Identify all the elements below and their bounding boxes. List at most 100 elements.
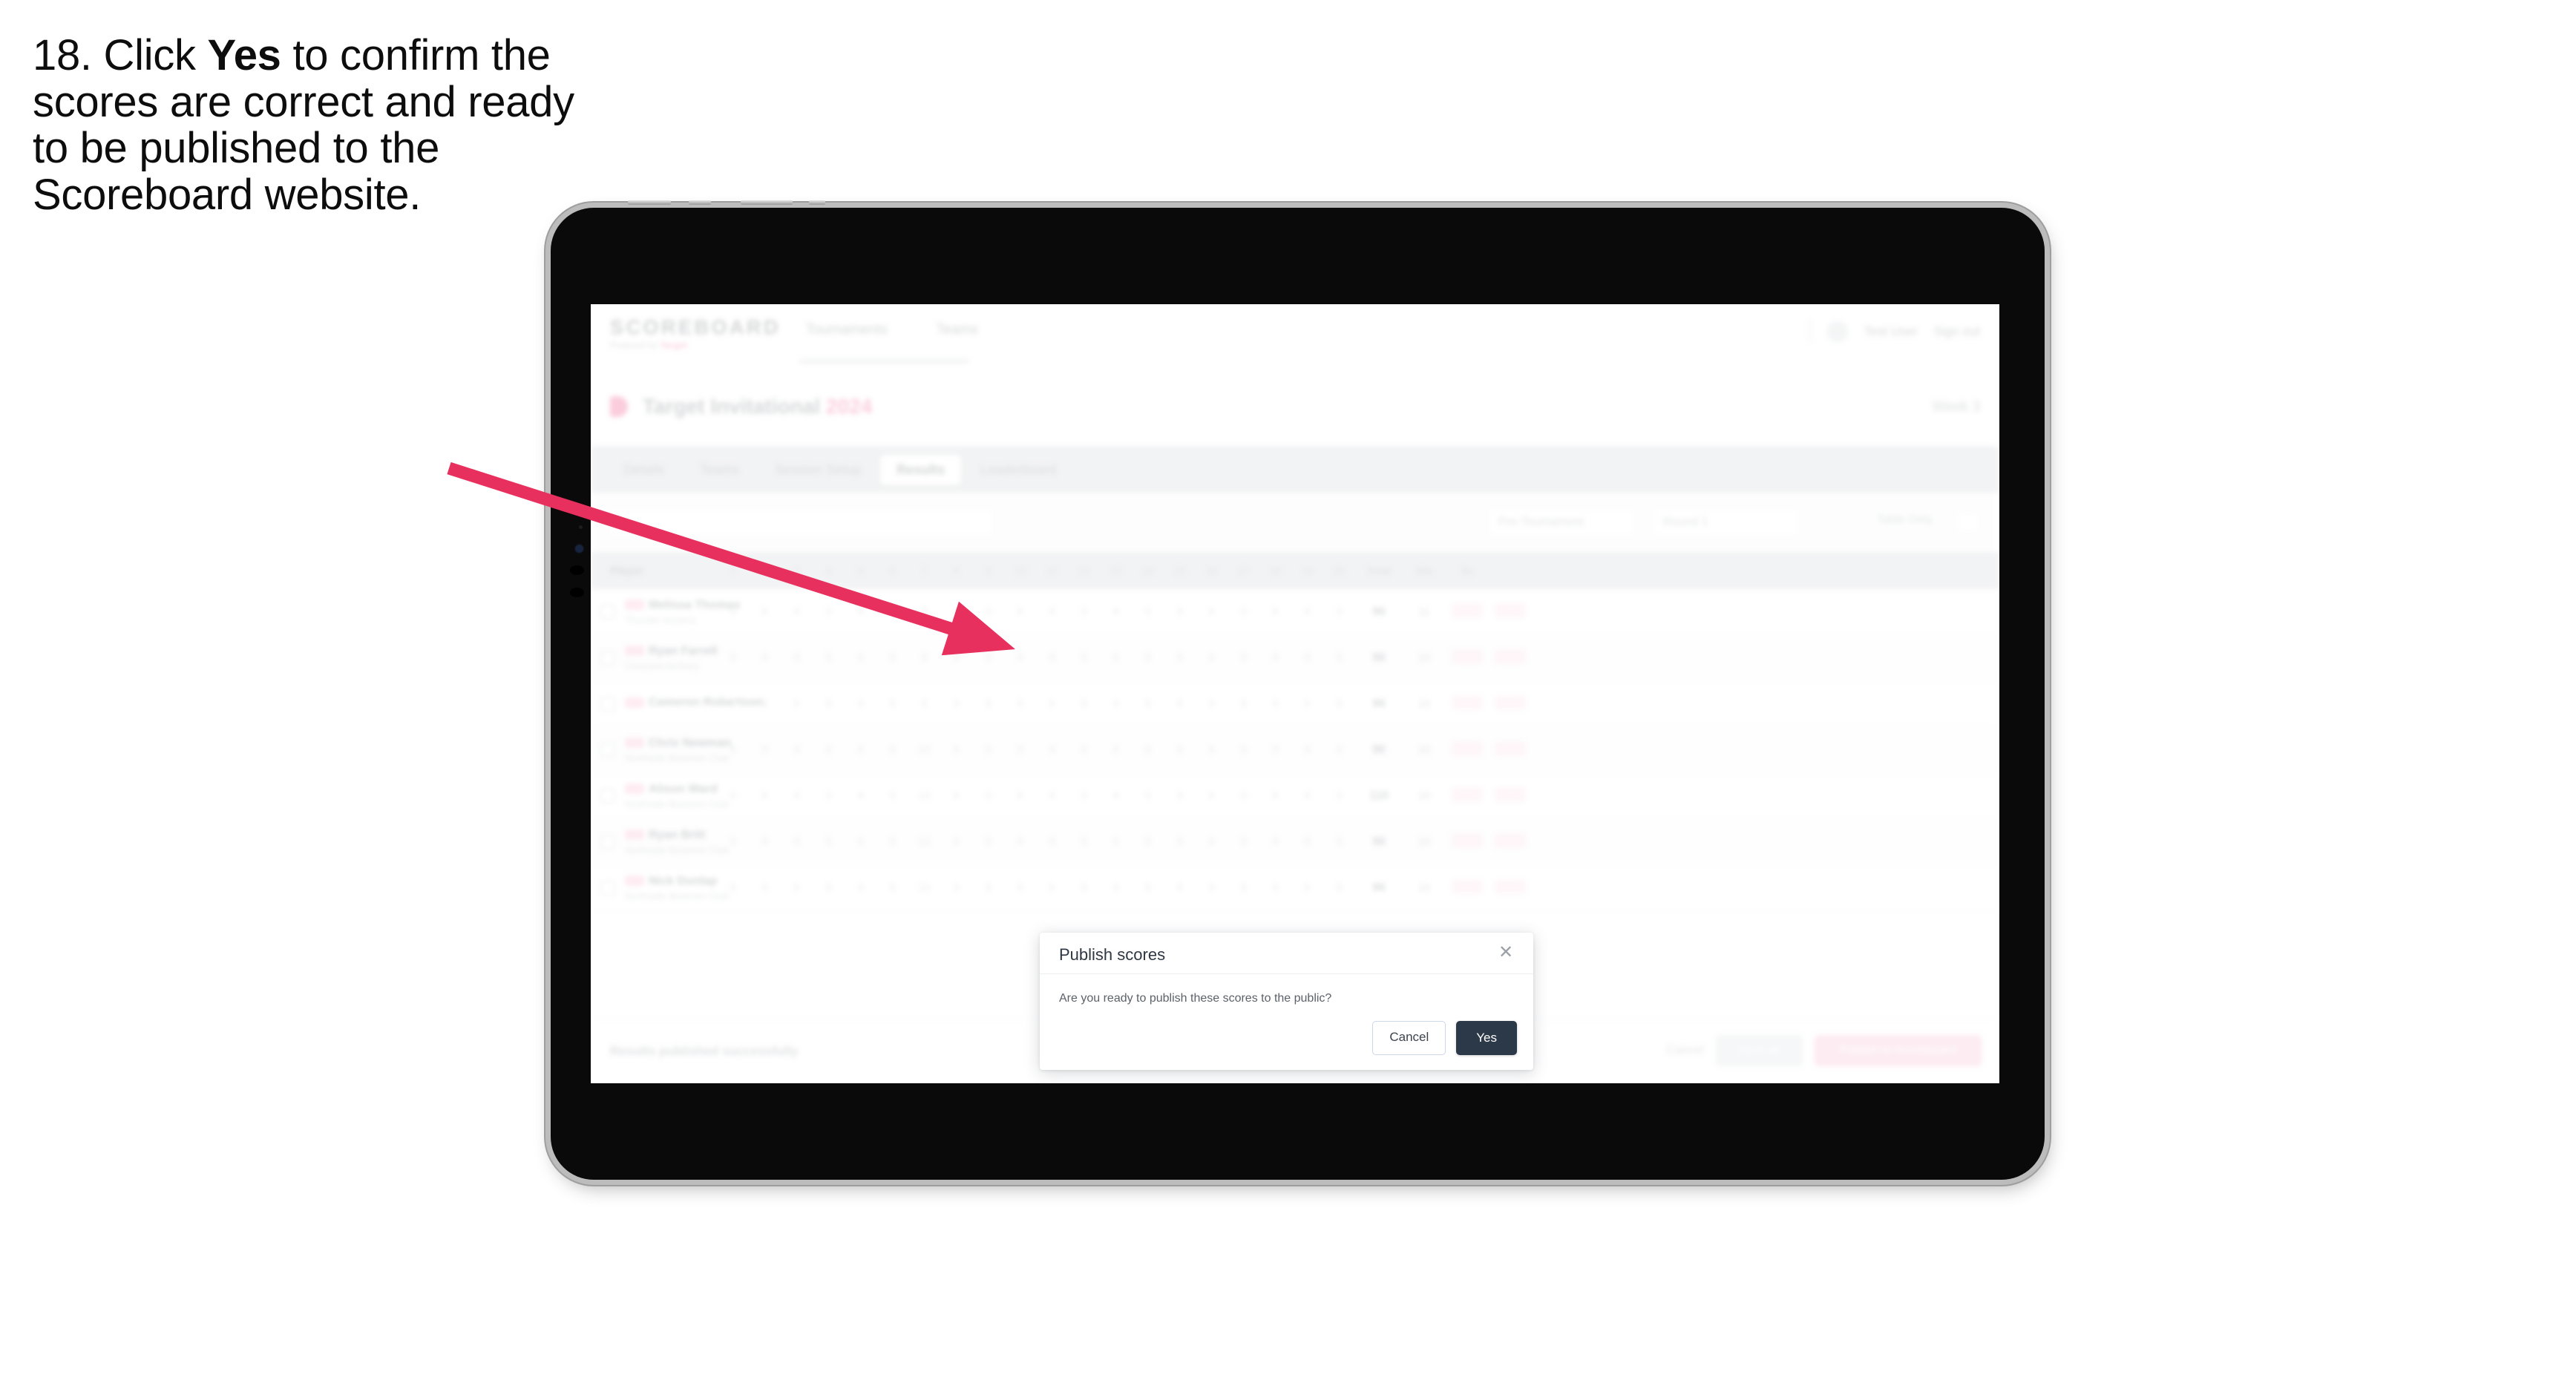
- row-end-score[interactable]: 9: [749, 835, 781, 848]
- row-end-score[interactable]: 9: [749, 789, 781, 802]
- row-end-score[interactable]: 9: [1164, 881, 1196, 894]
- row-end-score[interactable]: 9: [1068, 697, 1100, 710]
- row-end-score[interactable]: 9: [972, 789, 1004, 802]
- row-end-score[interactable]: 9: [813, 605, 845, 618]
- row-end-score[interactable]: 9: [717, 743, 749, 756]
- row-end-score[interactable]: 9: [1323, 789, 1355, 802]
- row-end-score[interactable]: 9: [1291, 605, 1323, 618]
- row-checkbox[interactable]: [591, 788, 625, 804]
- row-end-score[interactable]: 9: [1323, 697, 1355, 710]
- row-end-score[interactable]: 9: [1036, 881, 1068, 894]
- row-end-score[interactable]: 9: [1068, 651, 1100, 664]
- row-end-score[interactable]: 9: [1036, 697, 1068, 710]
- table-row[interactable]: Ryan Britt Northside Bowmen Club 9 9 9 9 9 9 10 9…: [591, 819, 1999, 865]
- row-end-score[interactable]: 9: [1196, 743, 1228, 756]
- row-end-score[interactable]: 9: [1100, 697, 1132, 710]
- tab-teams[interactable]: Teams: [684, 455, 756, 485]
- row-end-score[interactable]: 9: [749, 651, 781, 664]
- row-end-score[interactable]: 8: [908, 697, 940, 710]
- close-icon[interactable]: ✕: [1495, 942, 1517, 964]
- tab-leaderboard[interactable]: Leaderboard: [964, 455, 1072, 485]
- row-end-score[interactable]: 9: [781, 881, 813, 894]
- row-end-score[interactable]: 9: [845, 651, 876, 664]
- row-end-score[interactable]: 9: [940, 651, 972, 664]
- row-end-score[interactable]: 9: [1291, 835, 1323, 848]
- row-end-score[interactable]: 9: [1132, 881, 1164, 894]
- row-end-score[interactable]: 9: [940, 697, 972, 710]
- row-end-score[interactable]: 9: [876, 743, 908, 756]
- row-end-score[interactable]: 9: [845, 789, 876, 802]
- row-end-score[interactable]: 9: [1259, 835, 1291, 848]
- row-end-score[interactable]: 9: [1228, 835, 1259, 848]
- footer-cancel-link[interactable]: Cancel: [1667, 1044, 1704, 1057]
- row-end-score[interactable]: 9: [717, 605, 749, 618]
- nav-item-tournaments[interactable]: Tournaments: [806, 322, 888, 338]
- row-end-score[interactable]: 9: [813, 789, 845, 802]
- row-end-score[interactable]: 9: [1259, 743, 1291, 756]
- row-end-score[interactable]: 9: [1132, 835, 1164, 848]
- row-end-score[interactable]: 9: [813, 881, 845, 894]
- row-end-score[interactable]: 9: [813, 651, 845, 664]
- row-end-score[interactable]: 9: [940, 789, 972, 802]
- row-end-score[interactable]: 9: [1068, 605, 1100, 618]
- checkbox-icon[interactable]: [600, 696, 615, 712]
- row-end-score[interactable]: 9: [1004, 605, 1036, 618]
- row-end-score[interactable]: 9: [1259, 881, 1291, 894]
- row-end-score[interactable]: 8: [908, 605, 940, 618]
- row-end-score[interactable]: 9: [1228, 697, 1259, 710]
- row-end-score[interactable]: 9: [781, 651, 813, 664]
- row-end-score[interactable]: 9: [1291, 697, 1323, 710]
- row-end-score[interactable]: 9: [1068, 881, 1100, 894]
- row-end-score[interactable]: 9: [1100, 835, 1132, 848]
- row-end-score[interactable]: 9: [1196, 789, 1228, 802]
- row-end-score[interactable]: 9: [1291, 743, 1323, 756]
- checkbox-icon[interactable]: [600, 742, 615, 758]
- row-end-score[interactable]: 9: [1036, 651, 1068, 664]
- row-checkbox[interactable]: [591, 880, 625, 896]
- row-end-score[interactable]: 9: [1004, 881, 1036, 894]
- row-end-score[interactable]: 9: [1323, 605, 1355, 618]
- checkbox-icon[interactable]: [600, 834, 615, 850]
- row-end-score[interactable]: 9: [749, 697, 781, 710]
- row-end-score[interactable]: 9: [1068, 789, 1100, 802]
- row-end-score[interactable]: 9: [1259, 605, 1291, 618]
- row-end-score[interactable]: 9: [1228, 789, 1259, 802]
- row-end-score[interactable]: 9: [1196, 881, 1228, 894]
- row-end-score[interactable]: 9: [1196, 651, 1228, 664]
- table-row[interactable]: Nick Dunlap Northside Bowmen Club 9 9 9 9 9 9 10…: [591, 865, 1999, 911]
- row-end-score[interactable]: 9: [1259, 789, 1291, 802]
- row-end-score[interactable]: 9: [717, 881, 749, 894]
- row-end-score[interactable]: 9: [781, 605, 813, 618]
- row-end-score[interactable]: 9: [1291, 789, 1323, 802]
- row-end-score[interactable]: 9: [1196, 605, 1228, 618]
- row-end-score[interactable]: 9: [781, 789, 813, 802]
- row-end-score[interactable]: 9: [845, 697, 876, 710]
- row-end-score[interactable]: 9: [1100, 651, 1132, 664]
- table-row[interactable]: Melissa Thomas Thunder Archery 9 9 9 9 9 9 8 9 9 9 9…: [591, 589, 1999, 635]
- row-end-score[interactable]: 9: [1100, 789, 1132, 802]
- row-end-score[interactable]: 9: [749, 605, 781, 618]
- row-end-score[interactable]: 9: [1323, 835, 1355, 848]
- row-end-score[interactable]: 9: [717, 789, 749, 802]
- row-end-score[interactable]: 9: [876, 605, 908, 618]
- row-end-score[interactable]: 9: [940, 743, 972, 756]
- row-end-score[interactable]: 9: [813, 835, 845, 848]
- row-end-score[interactable]: 9: [781, 697, 813, 710]
- row-end-score[interactable]: 9: [1196, 835, 1228, 848]
- row-end-score[interactable]: 9: [876, 789, 908, 802]
- row-end-score[interactable]: 9: [1259, 651, 1291, 664]
- tab-results[interactable]: Results: [880, 454, 962, 485]
- row-end-score[interactable]: 9: [813, 743, 845, 756]
- row-end-score[interactable]: 9: [1100, 881, 1132, 894]
- row-end-score[interactable]: 9: [845, 605, 876, 618]
- row-end-score[interactable]: 9: [813, 697, 845, 710]
- row-end-score[interactable]: 9: [845, 835, 876, 848]
- row-end-score[interactable]: 9: [717, 835, 749, 848]
- yes-button[interactable]: Yes: [1456, 1021, 1517, 1055]
- row-end-score[interactable]: 9: [749, 881, 781, 894]
- row-end-score[interactable]: 9: [1228, 605, 1259, 618]
- row-end-score[interactable]: 9: [1132, 743, 1164, 756]
- row-end-score[interactable]: 9: [1259, 697, 1291, 710]
- checkbox-icon[interactable]: [600, 788, 615, 804]
- row-end-score[interactable]: 9: [972, 835, 1004, 848]
